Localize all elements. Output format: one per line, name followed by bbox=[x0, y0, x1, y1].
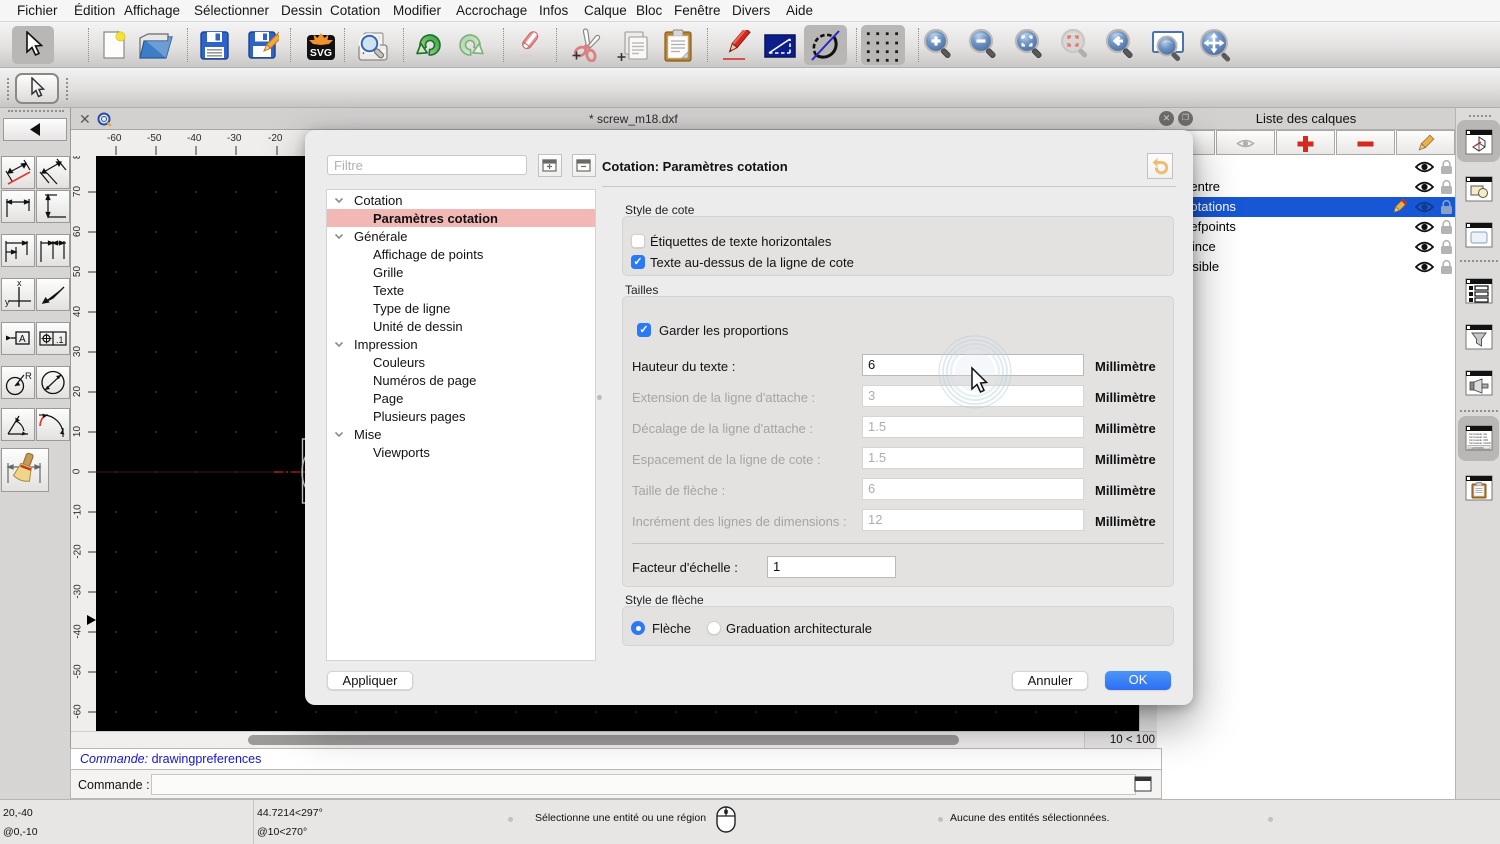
svg-text:Commande: 10/100: Commande: 10/100 bbox=[1469, 442, 1492, 445]
svg-text:y: y bbox=[5, 297, 10, 307]
svg-text:< command: < command bbox=[1470, 446, 1484, 450]
svg-text:x: x bbox=[17, 279, 22, 288]
svg-text:A: A bbox=[19, 334, 26, 345]
svg-text:.1: .1 bbox=[56, 335, 64, 345]
svg-text:SVG: SVG bbox=[310, 47, 332, 59]
svg-text:R: R bbox=[25, 371, 32, 382]
